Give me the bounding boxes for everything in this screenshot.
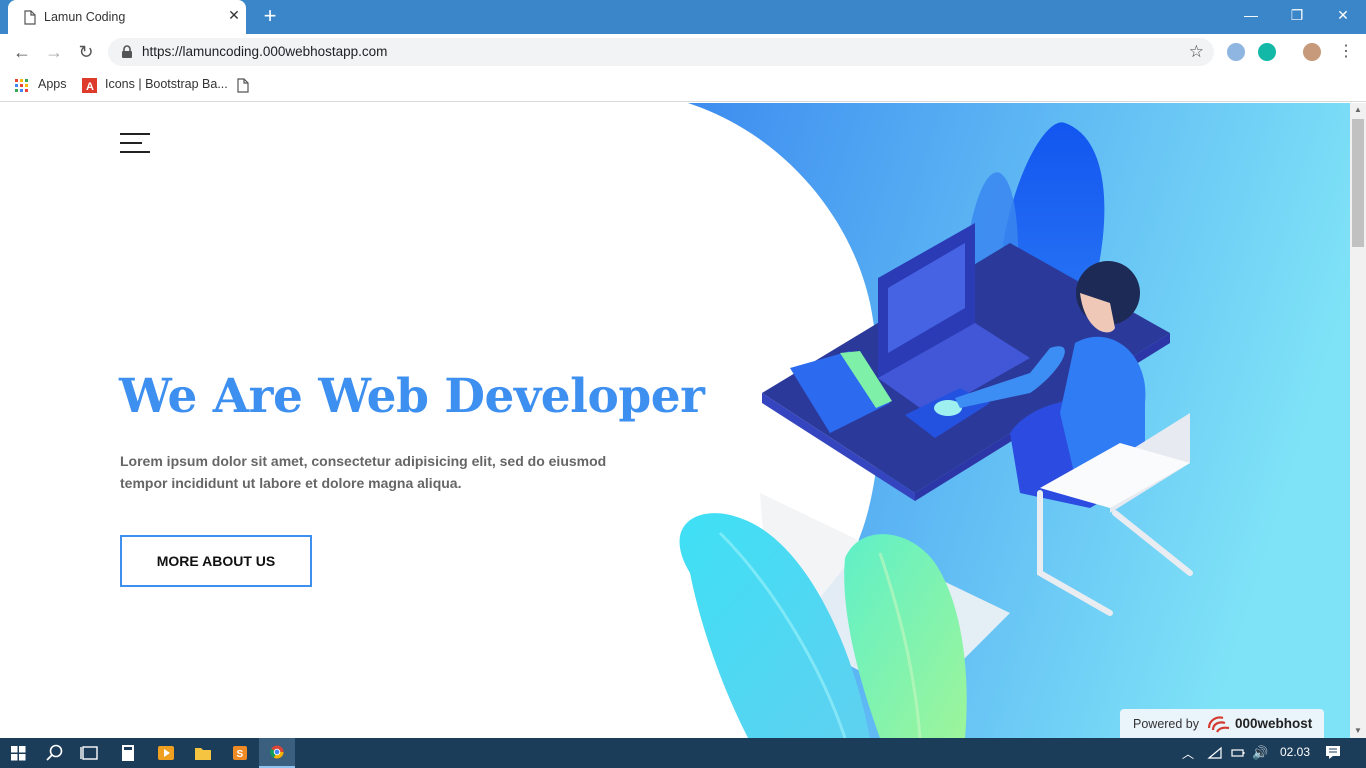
bookmarks-bar: Apps A Icons | Bootstrap Ba... — [0, 70, 1366, 102]
calculator-icon[interactable] — [110, 738, 146, 768]
close-window-icon[interactable]: ✕ — [1320, 0, 1366, 30]
tab-lamun-coding[interactable]: Lamun Coding ✕ — [8, 0, 246, 34]
reload-icon[interactable]: ↻ — [74, 40, 98, 64]
000webhost-logo-icon — [1207, 716, 1230, 733]
web-page: We Are Web Developer Lorem ipsum dolor s… — [0, 103, 1350, 738]
powered-by-label: Powered by — [1133, 717, 1200, 731]
menu-dots-icon[interactable]: ⋮ — [1334, 40, 1358, 64]
hamburger-menu-icon[interactable] — [120, 133, 150, 155]
browser-toolbar: ← → ↻ https://lamuncoding.000webhostapp.… — [0, 34, 1366, 70]
file-explorer-icon[interactable] — [185, 738, 221, 768]
page-icon — [24, 10, 36, 25]
battery-icon[interactable] — [1231, 746, 1245, 760]
back-icon[interactable]: ← — [10, 40, 34, 64]
wifi-icon[interactable] — [1207, 746, 1223, 760]
hero-title: We Are Web Developer — [119, 369, 705, 424]
volume-icon[interactable]: 🔊 — [1252, 745, 1268, 761]
svg-text:A: A — [86, 81, 94, 93]
powered-by-brand: 000webhost — [1235, 716, 1313, 731]
profile-avatar[interactable] — [1303, 43, 1321, 61]
extension-m-icon[interactable] — [1258, 43, 1276, 61]
search-icon[interactable] — [36, 738, 72, 768]
bookmark-icons-bootstrap[interactable]: Icons | Bootstrap Ba... — [105, 77, 228, 91]
address-bar[interactable]: https://lamuncoding.000webhostapp.com ☆ — [108, 38, 1214, 66]
scroll-down-icon[interactable]: ▼ — [1350, 724, 1366, 738]
tray-chevron-up-icon[interactable]: ︿ — [1182, 745, 1194, 762]
windows-start-icon[interactable] — [0, 738, 36, 768]
bookmark-star-icon[interactable]: ☆ — [1189, 42, 1204, 62]
sublime-text-icon[interactable]: S — [222, 738, 258, 768]
bookmark-apps[interactable]: Apps — [38, 77, 67, 91]
minimize-icon[interactable]: — — [1228, 0, 1274, 30]
page-scrollbar[interactable]: ▲ ▼ — [1350, 103, 1366, 738]
scroll-up-icon[interactable]: ▲ — [1350, 103, 1366, 117]
task-view-icon[interactable] — [72, 738, 108, 768]
notification-center-icon[interactable] — [1325, 745, 1341, 760]
extension-icon[interactable] — [1227, 43, 1245, 61]
restore-icon[interactable]: ❐ — [1274, 0, 1320, 30]
clock-text[interactable]: 02.03 — [1280, 745, 1310, 759]
tab-title: Lamun Coding — [44, 10, 126, 24]
chrome-icon[interactable] — [259, 738, 295, 768]
new-tab-button[interactable]: + — [259, 5, 281, 27]
hero-description: Lorem ipsum dolor sit amet, consectetur … — [120, 453, 607, 491]
page-icon[interactable] — [237, 78, 249, 93]
media-player-icon[interactable] — [148, 738, 184, 768]
svg-text:S: S — [237, 749, 244, 760]
apps-grid-icon — [15, 79, 28, 92]
forward-icon[interactable]: → — [42, 40, 66, 64]
angular-icon: A — [82, 78, 97, 93]
lock-icon — [122, 45, 132, 58]
more-about-us-button[interactable]: MORE ABOUT US — [120, 535, 312, 587]
powered-by-badge[interactable]: Powered by 000webhost — [1120, 709, 1324, 738]
windows-taskbar: S ︿ 🔊 02.03 — [0, 738, 1366, 768]
close-tab-icon[interactable]: ✕ — [226, 7, 242, 23]
browser-titlebar: Lamun Coding ✕ + — ❐ ✕ — [0, 0, 1366, 34]
url-text: https://lamuncoding.000webhostapp.com — [142, 44, 388, 59]
scroll-thumb[interactable] — [1352, 119, 1364, 247]
